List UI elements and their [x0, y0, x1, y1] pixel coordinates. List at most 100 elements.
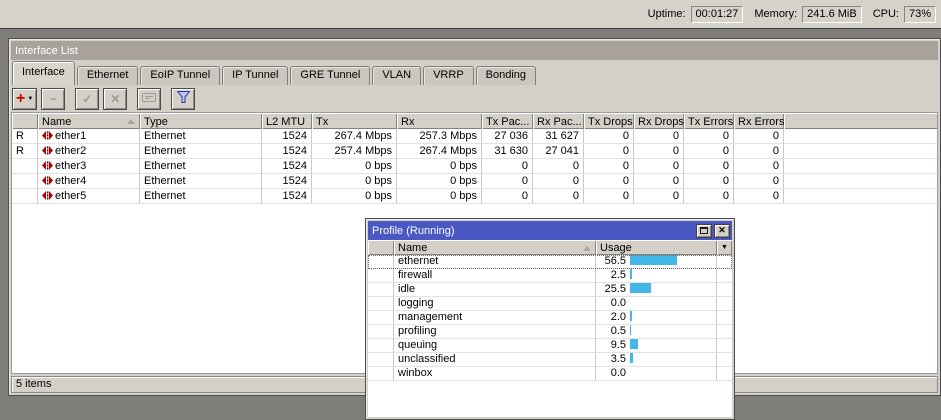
column-header-type[interactable]: Type [140, 113, 262, 129]
usage-value: 0.0 [600, 297, 626, 310]
column-header-flag[interactable] [368, 240, 394, 255]
cell-end [717, 353, 732, 367]
cell-flag: R [12, 129, 38, 144]
cell-tx: 267.4 Mbps [312, 129, 397, 144]
column-header-rx_pac[interactable]: Rx Pac... [533, 113, 584, 129]
tab-vlan[interactable]: VLAN [372, 66, 421, 85]
uptime-label: Uptime: [648, 8, 686, 20]
usage-value: 0.0 [600, 367, 626, 380]
cell-usage: 0.5 [596, 325, 717, 339]
maximize-button[interactable] [696, 224, 712, 238]
column-header-tx_errors[interactable]: Tx Errors [684, 113, 734, 129]
tab-gre-tunnel[interactable]: GRE Tunnel [290, 66, 370, 85]
interface-row-ether3[interactable]: ether3Ethernet15240 bps0 bps000000 [12, 159, 937, 174]
cell-usage: 0.0 [596, 367, 717, 381]
enable-button[interactable]: ✓ [75, 88, 99, 110]
profile-row-firewall[interactable]: firewall2.5 [368, 269, 732, 283]
column-header-name[interactable]: Name [38, 113, 140, 129]
tab-vrrp[interactable]: VRRP [423, 66, 474, 85]
cell-usage: 25.5 [596, 283, 717, 297]
column-label: L2 MTU [266, 116, 305, 128]
tab-interface[interactable]: Interface [12, 61, 75, 85]
profile-titlebar[interactable]: Profile (Running) ✕ [368, 221, 732, 240]
column-header-tx_pac[interactable]: Tx Pac... [482, 113, 533, 129]
cell-name: ether5 [38, 189, 140, 204]
profile-row-queuing[interactable]: queuing9.5 [368, 339, 732, 353]
profile-row-profiling[interactable]: profiling0.5 [368, 325, 732, 339]
profile-row-idle[interactable]: idle25.5 [368, 283, 732, 297]
cell-flag [368, 311, 394, 325]
cell-flag [368, 367, 394, 381]
cell-end [717, 367, 732, 381]
add-button[interactable]: + ▼ [12, 88, 37, 110]
cell-tx_drops: 0 [584, 189, 634, 204]
cell-flag: R [12, 144, 38, 159]
interface-row-ether1[interactable]: Rether1Ethernet1524267.4 Mbps257.3 Mbps2… [12, 129, 937, 144]
column-header-tx[interactable]: Tx [312, 113, 397, 129]
ethernet-interface-icon [42, 191, 53, 203]
interface-row-ether2[interactable]: Rether2Ethernet1524257.4 Mbps267.4 Mbps3… [12, 144, 937, 159]
column-header-filler [784, 113, 937, 129]
usage-bar [630, 311, 632, 321]
column-header-name[interactable]: Name [394, 240, 596, 255]
filter-button[interactable] [171, 88, 195, 110]
sort-ascending-icon [583, 246, 591, 251]
column-label: Tx Pac... [486, 116, 529, 128]
cell-rx_pac: 0 [533, 159, 584, 174]
disable-button[interactable]: ✕ [103, 88, 127, 110]
comment-button[interactable] [137, 88, 161, 110]
cell-tx_drops: 0 [584, 174, 634, 189]
cell-tx_pac: 27 036 [482, 129, 533, 144]
cell-rx: 267.4 Mbps [397, 144, 482, 159]
maximize-icon [700, 227, 708, 234]
memory-value: 241.6 MiB [802, 6, 862, 23]
tab-bonding[interactable]: Bonding [476, 66, 536, 85]
tab-eoip-tunnel[interactable]: EoIP Tunnel [140, 66, 220, 85]
usage-value: 25.5 [600, 283, 626, 296]
cell-name: ether1 [38, 129, 140, 144]
toolbar: + ▼ − ✓ ✕ [11, 85, 938, 112]
interface-row-ether5[interactable]: ether5Ethernet15240 bps0 bps000000 [12, 189, 937, 204]
cell-usage: 56.5 [596, 255, 717, 269]
column-header-rx_errors[interactable]: Rx Errors [734, 113, 784, 129]
profile-row-unclassified[interactable]: unclassified3.5 [368, 353, 732, 367]
cell-tx_pac: 0 [482, 159, 533, 174]
cell-rx_errors: 0 [734, 189, 784, 204]
column-header-tx_drops[interactable]: Tx Drops [584, 113, 634, 129]
profile-row-management[interactable]: management2.0 [368, 311, 732, 325]
cell-flag [368, 269, 394, 283]
remove-button[interactable]: − [41, 88, 65, 110]
cell-name: logging [394, 297, 596, 311]
close-button[interactable]: ✕ [714, 224, 730, 238]
column-header-l2mtu[interactable]: L2 MTU [262, 113, 312, 129]
profile-row-winbox[interactable]: winbox0.0 [368, 367, 732, 381]
tab-ethernet[interactable]: Ethernet [77, 66, 139, 85]
cell-rx_errors: 0 [734, 129, 784, 144]
tab-ip-tunnel[interactable]: IP Tunnel [222, 66, 288, 85]
column-header-flag[interactable] [12, 113, 38, 129]
cell-tx_pac: 31 630 [482, 144, 533, 159]
profile-table-header: Name Usage ▼ [368, 240, 732, 255]
cell-tx: 257.4 Mbps [312, 144, 397, 159]
interface-row-ether4[interactable]: ether4Ethernet15240 bps0 bps000000 [12, 174, 937, 189]
cell-l2mtu: 1524 [262, 144, 312, 159]
column-header-rx[interactable]: Rx [397, 113, 482, 129]
cell-name: profiling [394, 325, 596, 339]
column-chooser-button[interactable]: ▼ [717, 240, 732, 255]
column-header-usage[interactable]: Usage [596, 240, 717, 255]
cell-end [717, 283, 732, 297]
cell-flag [12, 159, 38, 174]
cell-tx_errors: 0 [684, 144, 734, 159]
column-label: Usage [600, 242, 632, 254]
cell-flag [368, 283, 394, 297]
system-status-bar: Uptime: 00:01:27 Memory: 241.6 MiB CPU: … [0, 0, 941, 29]
cell-rx_drops: 0 [634, 144, 684, 159]
cell-usage: 3.5 [596, 353, 717, 367]
cell-type: Ethernet [140, 144, 262, 159]
cell-l2mtu: 1524 [262, 174, 312, 189]
interface-list-titlebar[interactable]: Interface List [11, 41, 938, 60]
profile-row-logging[interactable]: logging 0.0 [368, 297, 732, 311]
cell-name: ether2 [38, 144, 140, 159]
profile-row-ethernet[interactable]: ethernet56.5 [368, 255, 732, 269]
column-header-rx_drops[interactable]: Rx Drops [634, 113, 684, 129]
